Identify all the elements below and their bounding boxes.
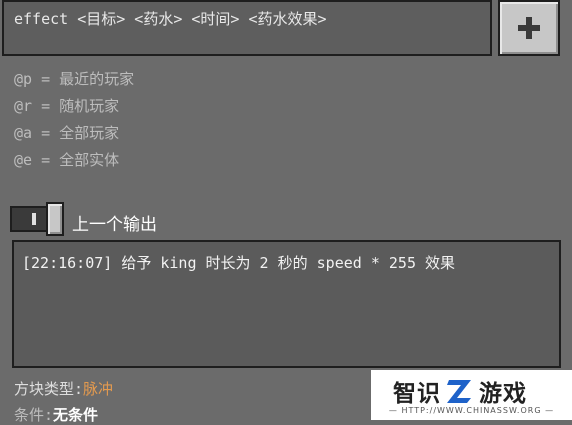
- selector-hint-all-entities: @e = 全部实体: [14, 151, 120, 169]
- condition-row[interactable]: 条件:无条件: [14, 404, 98, 425]
- z-logo-icon: [447, 380, 471, 403]
- watermark-brand: 智识 游戏: [393, 374, 527, 408]
- command-input[interactable]: effect <目标> <药水> <时间> <药水效果>: [2, 0, 492, 56]
- watermark-brand-right: 游戏: [479, 381, 527, 407]
- watermark-url: — HTTP://WWW.CHINASSW.ORG —: [388, 406, 555, 415]
- block-type-value[interactable]: 脉冲: [83, 380, 113, 398]
- previous-output-toggle[interactable]: [10, 202, 64, 236]
- site-watermark: 智识 游戏 — HTTP://WWW.CHINASSW.ORG —: [371, 370, 572, 420]
- plus-icon: [518, 17, 540, 39]
- condition-value[interactable]: 无条件: [53, 406, 98, 424]
- selector-hint-nearest: @p = 最近的玩家: [14, 70, 135, 88]
- selector-hint-all-players: @a = 全部玩家: [14, 124, 120, 142]
- output-log: [22:16:07] 给予 king 时长为 2 秒的 speed * 255 …: [12, 240, 561, 368]
- selector-hint-random: @r = 随机玩家: [14, 97, 120, 115]
- previous-output-label: 上一个输出: [72, 215, 157, 235]
- watermark-brand-left: 智识: [393, 381, 441, 407]
- toggle-knob[interactable]: [46, 202, 64, 236]
- condition-label: 条件:: [14, 406, 54, 424]
- block-type-row[interactable]: 方块类型:脉冲: [14, 378, 113, 399]
- toggle-on-mark: [32, 213, 36, 225]
- block-type-label: 方块类型:: [14, 380, 84, 398]
- add-button[interactable]: [498, 0, 560, 56]
